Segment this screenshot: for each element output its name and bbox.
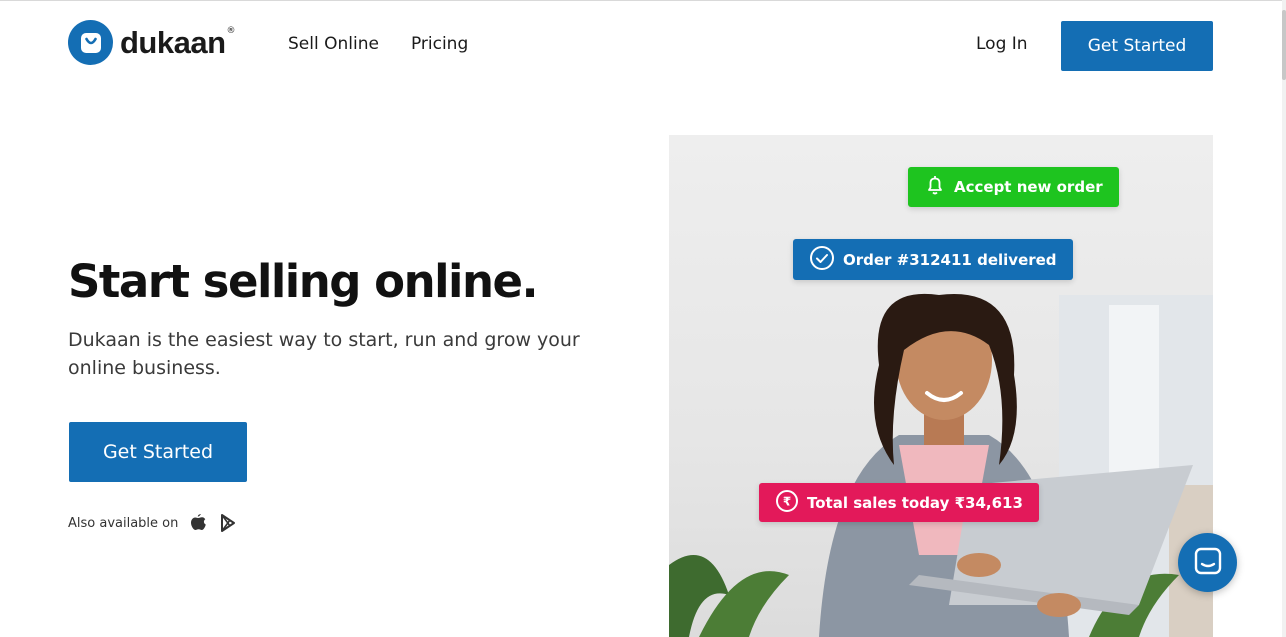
hero-title: Start selling online. — [68, 255, 539, 308]
logo[interactable]: dukaan ® — [68, 20, 236, 65]
top-border — [0, 0, 1286, 1]
order-delivered-label: Order #312411 delivered — [843, 250, 1057, 269]
nav-sell-online[interactable]: Sell Online — [288, 34, 379, 54]
nav-pricing[interactable]: Pricing — [411, 34, 468, 54]
apple-icon[interactable] — [188, 513, 208, 533]
accept-order-label: Accept new order — [954, 178, 1103, 196]
logo-text: dukaan — [120, 24, 226, 60]
hero-get-started-button[interactable]: Get Started — [69, 422, 247, 482]
hero-photo — [669, 135, 1213, 637]
rupee-circle-icon: ₹ — [775, 489, 799, 517]
total-sales-label: Total sales today ₹34,613 — [807, 493, 1023, 512]
scrollbar-thumb[interactable] — [1282, 10, 1286, 80]
accept-order-badge: Accept new order — [908, 167, 1119, 207]
registered-mark: ® — [226, 25, 236, 36]
app-availability: Also available on — [68, 513, 238, 533]
header-get-started-button[interactable]: Get Started — [1061, 21, 1213, 71]
main-nav: Sell Online Pricing — [288, 34, 468, 54]
hero-subtitle: Dukaan is the easiest way to start, run … — [68, 329, 580, 379]
available-label: Also available on — [68, 515, 179, 531]
order-delivered-badge: Order #312411 delivered — [793, 239, 1073, 280]
play-store-icon[interactable] — [218, 513, 238, 533]
svg-text:₹: ₹ — [783, 494, 791, 508]
login-link[interactable]: Log In — [976, 34, 1028, 54]
shopping-bag-icon — [68, 20, 113, 65]
chat-icon — [1193, 546, 1223, 579]
chat-button[interactable] — [1178, 533, 1237, 592]
scrollbar[interactable] — [1282, 0, 1286, 637]
check-circle-icon — [809, 245, 835, 275]
total-sales-badge: ₹ Total sales today ₹34,613 — [759, 483, 1039, 522]
bell-icon — [924, 174, 946, 200]
